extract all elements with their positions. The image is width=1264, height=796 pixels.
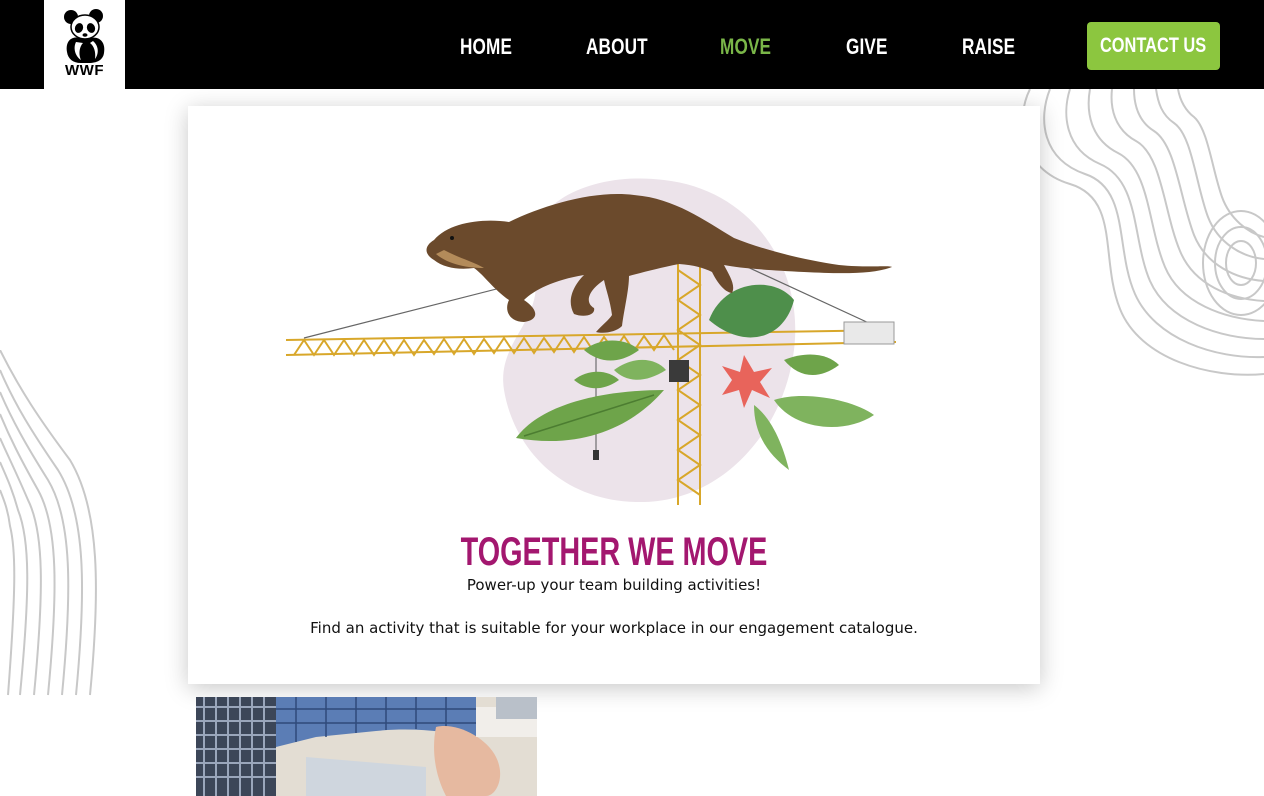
hero-card: TOGETHER WE MOVE Power-up your team buil… bbox=[188, 106, 1040, 684]
nav-raise[interactable]: RAISE bbox=[962, 32, 1015, 62]
nav-move[interactable]: MOVE bbox=[720, 32, 771, 62]
team-activity-photo bbox=[196, 697, 537, 796]
panda-logo-icon bbox=[63, 9, 104, 63]
card-subtitle: Power-up your team building activities! bbox=[466, 576, 762, 594]
nav-about[interactable]: ABOUT bbox=[586, 32, 648, 62]
otter-crane-illustration bbox=[285, 178, 897, 505]
topographic-decoration-right bbox=[1021, 89, 1264, 376]
wwf-logo[interactable]: WWF bbox=[44, 0, 125, 89]
contact-us-label: CONTACT US bbox=[1100, 34, 1207, 57]
nav-home[interactable]: HOME bbox=[460, 32, 512, 62]
topographic-decoration-left bbox=[0, 350, 97, 696]
contact-us-button[interactable]: CONTACT US bbox=[1087, 22, 1220, 70]
card-description: Find an activity that is suitable for yo… bbox=[310, 619, 918, 637]
top-navigation-bar: WWF HOME ABOUT MOVE GIVE RAISE CONTACT U… bbox=[0, 0, 1264, 89]
page-title: TOGETHER WE MOVE bbox=[460, 530, 768, 574]
logo-text: WWF bbox=[65, 62, 104, 79]
nav-give[interactable]: GIVE bbox=[846, 32, 888, 62]
